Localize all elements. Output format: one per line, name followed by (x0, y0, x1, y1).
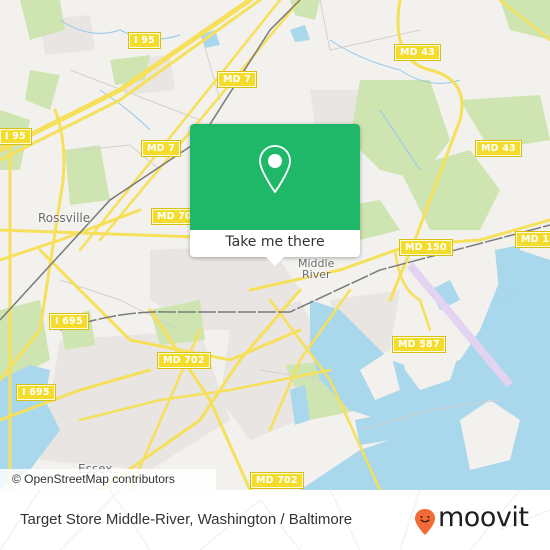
map-view[interactable]: I 95 MD 7 MD 43 I 95 MD 7 MD 43 MD 70 MD… (0, 0, 550, 490)
road-shield-i95: I 95 (128, 32, 161, 49)
footer-bar: Target Store Middle-River, Washington / … (0, 490, 550, 550)
popup-header[interactable] (190, 124, 360, 230)
road-shield-md7: MD 7 (140, 140, 182, 157)
moovit-smile-pin-icon (415, 509, 435, 535)
road-shield-md43: MD 43 (394, 44, 441, 61)
road-shield-i95: I 95 (0, 128, 32, 145)
road-shield-md702: MD 702 (250, 472, 304, 489)
location-title: Target Store Middle-River, Washington / … (20, 511, 353, 528)
road-shield-i695: I 695 (49, 313, 89, 330)
place-label-river: River (302, 268, 331, 281)
road-shield-md702: MD 702 (157, 352, 211, 369)
road-shield-md587: MD 587 (392, 336, 446, 353)
road-shield-md150: MD 150 (399, 239, 453, 256)
road-shield-md43: MD 43 (475, 140, 522, 157)
map-pin-icon (259, 145, 291, 194)
moovit-wordmark: moovit (438, 502, 529, 533)
place-label-rossville: Rossville (38, 211, 91, 225)
popup-pointer (265, 256, 285, 266)
road-shield-md7: MD 7 (216, 71, 258, 88)
road-shield-i695: I 695 (16, 384, 56, 401)
road-shield-md15: MD 15 (515, 231, 550, 248)
map-attribution[interactable]: © OpenStreetMap contributors (0, 469, 216, 490)
location-popup[interactable]: Take me there (190, 124, 360, 266)
take-me-there-button[interactable]: Take me there (190, 230, 360, 257)
